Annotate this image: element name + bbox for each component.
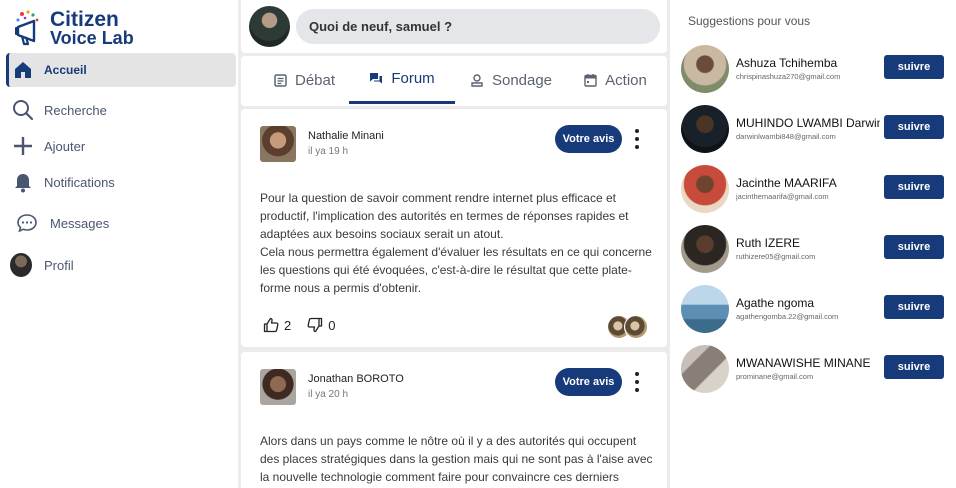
sidebar-item-label: Messages [50,215,110,231]
sidebar-item-label: Accueil [44,63,87,77]
left-sidebar: Citizen Voice Lab Accueil Recherche Ajou… [0,0,238,488]
post-body: Pour la question de savoir comment rendr… [260,191,652,295]
suggestion-name[interactable]: Agathe ngoma [736,296,880,310]
suggestion-name[interactable]: Ashuza Tchihemba [736,56,880,70]
dislike-button[interactable]: 0 [307,317,335,333]
sidebar-item-label: Recherche [44,102,107,118]
suggestion-name[interactable]: Ruth IZERE [736,236,880,250]
suggestion-email: ruthizere05@gmail.com [736,252,816,261]
suggestion-email: prominane@gmail.com [736,372,814,381]
thumbs-up-icon [263,317,279,333]
sidebar-item-label: Ajouter [44,138,86,154]
post-time: il ya 20 h [308,389,349,400]
suggestion-name[interactable]: Jacinthe MAARIFA [736,176,880,190]
brand-name: Citizen Voice Lab [50,8,134,48]
suggestion-avatar[interactable] [681,225,729,273]
suggestion-item: Ruth IZERE ruthizere05@gmail.com suivre [681,225,956,275]
suggestion-avatar[interactable] [681,105,729,153]
app-logo[interactable]: Citizen Voice Lab [14,9,134,51]
post-card: Jonathan BOROTO il ya 20 h Votre avis Al… [241,352,667,488]
home-icon [12,59,34,81]
tab-debat[interactable]: Débat [257,56,352,104]
like-button[interactable]: 2 [263,317,291,333]
give-opinion-button[interactable]: Votre avis [555,368,622,396]
follow-button[interactable]: suivre [884,115,944,139]
sidebar-item-notifications[interactable]: Notifications [6,165,236,199]
post-card: Nathalie Minani il ya 19 h Votre avis Po… [241,109,667,347]
megaphone-logo-icon [15,10,39,46]
tab-label: Forum [391,70,435,87]
bell-icon [12,171,34,193]
tab-label: Action [605,71,647,89]
poll-icon [470,73,484,87]
suggestion-name[interactable]: MUHINDO LWAMBI Darwin [736,116,880,130]
tab-action[interactable]: Action [573,56,658,104]
suggestions-title: Suggestions pour vous [688,14,811,28]
suggestion-item: Jacinthe MAARIFA jacinthemaarifa@gmail.c… [681,165,956,215]
dislike-count: 0 [328,317,336,333]
suggestion-item: Ashuza Tchihemba chrispinashuza270@gmail… [681,45,956,95]
suggestion-avatar[interactable] [681,345,729,393]
post-body: Alors dans un pays comme le nôtre où il … [260,434,653,484]
reactor-avatars[interactable] [607,315,651,339]
brand-line1: Citizen [50,8,119,31]
post-time: il ya 19 h [308,146,349,157]
debate-icon [274,73,287,87]
suggestion-item: MWANAWISHE MINANE prominane@gmail.com su… [681,345,956,395]
sidebar-item-ajouter[interactable]: Ajouter [6,129,236,163]
suggestion-email: darwinlwambi848@gmail.com [736,132,836,141]
plus-icon [12,135,34,157]
give-opinion-button[interactable]: Votre avis [555,125,622,153]
brand-line2: Voice Lab [50,28,134,48]
follow-button[interactable]: suivre [884,295,944,319]
sidebar-item-accueil[interactable]: Accueil [6,53,236,87]
tab-sondage[interactable]: Sondage [461,56,561,104]
search-icon [12,99,34,121]
post-author[interactable]: Jonathan BOROTO [308,373,404,385]
suggestion-avatar[interactable] [681,165,729,213]
tab-label: Débat [294,71,336,89]
sidebar-item-messages[interactable]: Messages [6,206,236,240]
suggestion-item: Agathe ngoma agathengomba.22@gmail.com s… [681,285,956,335]
like-count: 2 [284,317,292,333]
composer-input[interactable]: Quoi de neuf, samuel ? [296,9,660,44]
tab-label: Sondage [491,71,553,89]
follow-button[interactable]: suivre [884,55,944,79]
follow-button[interactable]: suivre [884,175,944,199]
suggestion-name[interactable]: MWANAWISHE MINANE [736,356,880,370]
post-author[interactable]: Nathalie Minani [308,130,384,142]
sidebar-item-recherche[interactable]: Recherche [6,93,236,127]
follow-button[interactable]: suivre [884,355,944,379]
sidebar-item-label: Profil [44,257,74,273]
author-avatar[interactable] [260,369,296,405]
sidebar-item-label: Notifications [44,174,115,190]
suggestion-email: jacinthemaarifa@gmail.com [736,192,829,201]
reactions-bar: 2 0 [263,317,351,333]
suggestion-email: agathengomba.22@gmail.com [736,312,839,321]
suggestion-avatar[interactable] [681,45,729,93]
forum-icon [369,72,383,85]
author-avatar[interactable] [260,126,296,162]
suggestion-item: MUHINDO LWAMBI Darwin darwinlwambi848@gm… [681,105,956,155]
more-options-icon[interactable] [630,370,644,394]
suggestions-panel: Suggestions pour vous Ashuza Tchihemba c… [670,0,956,488]
sidebar-item-profil[interactable]: Profil [6,248,236,282]
user-avatar[interactable] [249,6,290,47]
suggestion-avatar[interactable] [681,285,729,333]
feed-tabs: Débat Forum Sondage Action [241,56,667,106]
thumbs-down-icon [307,317,323,333]
follow-button[interactable]: suivre [884,235,944,259]
calendar-icon [584,73,597,87]
tab-forum[interactable]: Forum [349,56,455,104]
chat-icon [16,212,38,234]
more-options-icon[interactable] [630,127,644,151]
post-composer: Quoi de neuf, samuel ? [241,0,667,53]
avatar [10,253,32,277]
suggestion-email: chrispinashuza270@gmail.com [736,72,841,81]
